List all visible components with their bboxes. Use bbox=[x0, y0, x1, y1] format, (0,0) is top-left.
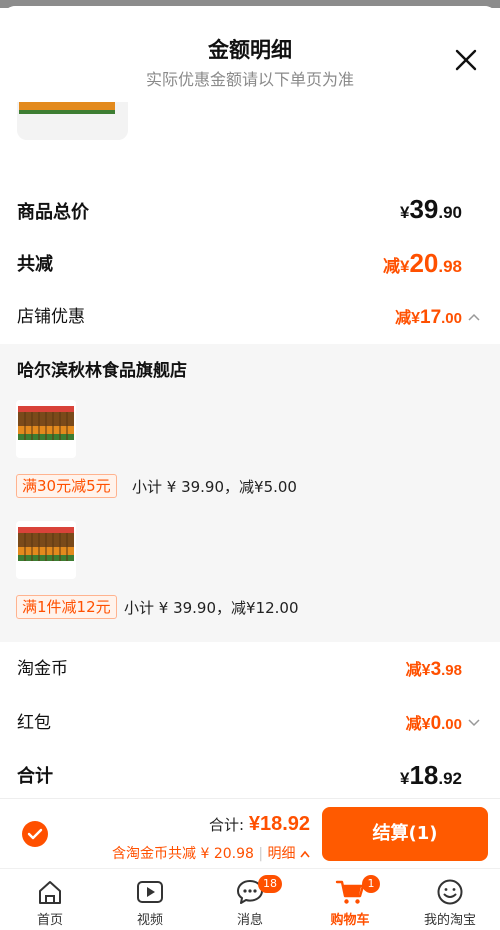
footer-total-label: 合计: bbox=[209, 816, 249, 834]
select-all-checkbox[interactable] bbox=[22, 821, 48, 847]
grand-total-label: 合计 bbox=[17, 766, 53, 787]
shop-name: 哈尔滨秋林食品旗舰店 bbox=[17, 361, 187, 381]
promo-subtotal-text: 小计 ¥ 39.90，减¥5.00 bbox=[132, 478, 297, 496]
home-icon bbox=[39, 881, 61, 904]
goods-total-row: 商品总价 ¥39.90 bbox=[0, 192, 500, 232]
promo-tag: 满30元减5元 bbox=[16, 474, 117, 498]
red-packet-value: 减¥0.00 bbox=[405, 713, 462, 734]
tab-label: 视频 bbox=[136, 913, 163, 928]
detail-link-label: 明细 bbox=[267, 846, 296, 862]
product-image bbox=[16, 521, 76, 579]
sheet-subtitle: 实际优惠金额请以下单页为准 bbox=[145, 70, 354, 89]
product-image bbox=[16, 400, 76, 458]
cart-badge: 1 bbox=[362, 875, 380, 893]
tab-cart[interactable]: 1 购物车 bbox=[300, 869, 400, 930]
grand-total-row: 合计 ¥18.92 bbox=[0, 758, 500, 798]
taojinbi-row: 淘金币 减¥3.98 bbox=[0, 652, 500, 688]
red-packet-row[interactable]: 红包 减¥0.00 bbox=[0, 706, 500, 742]
red-packet-label: 红包 bbox=[17, 713, 51, 733]
tab-video[interactable]: 视频 bbox=[100, 869, 200, 930]
taojinbi-value: 减¥3.98 bbox=[405, 659, 462, 680]
footer-total: 合计: ¥18.92 bbox=[209, 813, 310, 836]
video-icon bbox=[137, 881, 163, 903]
amount-detail-sheet: 金额明细 实际优惠金额请以下单页为准 商品总价 ¥39.90 共减 减¥20.9… bbox=[0, 6, 500, 930]
check-icon bbox=[27, 828, 43, 840]
tab-label: 我的淘宝 bbox=[423, 913, 476, 928]
total-discount-value: 减¥20.98 bbox=[382, 248, 462, 278]
tab-my-taobao[interactable]: 我的淘宝 bbox=[400, 869, 500, 930]
checkout-bar: 合计: ¥18.92 含淘金币共减 ¥ 20.98 | 明细 结算(1) bbox=[0, 798, 500, 868]
goods-total-label: 商品总价 bbox=[17, 202, 89, 223]
coin-discount-text: 含淘金币共减 ¥ 20.98 bbox=[112, 846, 254, 862]
checkout-button[interactable]: 结算(1) bbox=[322, 807, 488, 861]
shop-discount-label: 店铺优惠 bbox=[17, 307, 85, 327]
chevron-up-icon bbox=[468, 313, 480, 321]
tab-messages[interactable]: 18 消息 bbox=[200, 869, 300, 930]
promo-subtotal-text: 小计 ¥ 39.90，减¥12.00 bbox=[124, 599, 299, 617]
message-badge: 18 bbox=[258, 875, 282, 893]
tab-label: 消息 bbox=[236, 913, 263, 928]
close-icon[interactable] bbox=[452, 46, 480, 74]
tab-label: 购物车 bbox=[330, 913, 370, 928]
bottom-tab-bar: 首页 视频 18 消息 1 购物车 我的淘宝 bbox=[0, 868, 500, 930]
chevron-up-icon bbox=[300, 850, 310, 858]
promo-tag: 满1件减12元 bbox=[16, 595, 117, 619]
grand-total-value: ¥18.92 bbox=[399, 760, 462, 790]
chevron-down-icon bbox=[468, 719, 480, 727]
footer-total-amount: ¥18.92 bbox=[248, 813, 310, 835]
goods-total-value: ¥39.90 bbox=[399, 194, 462, 224]
taojinbi-label: 淘金币 bbox=[17, 659, 68, 679]
tab-home[interactable]: 首页 bbox=[0, 869, 100, 930]
profile-icon bbox=[437, 879, 463, 905]
total-discount-row: 共减 减¥20.98 bbox=[0, 246, 500, 286]
shop-discount-value: 减¥17.00 bbox=[395, 307, 462, 328]
cart-icon bbox=[335, 880, 365, 904]
discount-detail-link[interactable]: 含淘金币共减 ¥ 20.98 | 明细 bbox=[112, 843, 310, 863]
sheet-title: 金额明细 bbox=[208, 38, 292, 62]
sheet-header: 金额明细 实际优惠金额请以下单页为准 bbox=[0, 6, 500, 102]
shop-discount-panel: 哈尔滨秋林食品旗舰店 满30元减5元 小计 ¥ 39.90，减¥5.00 满1件… bbox=[0, 344, 500, 642]
shop-discount-row[interactable]: 店铺优惠 减¥17.00 bbox=[0, 300, 500, 336]
total-discount-label: 共减 bbox=[17, 254, 53, 275]
tab-label: 首页 bbox=[36, 913, 63, 928]
